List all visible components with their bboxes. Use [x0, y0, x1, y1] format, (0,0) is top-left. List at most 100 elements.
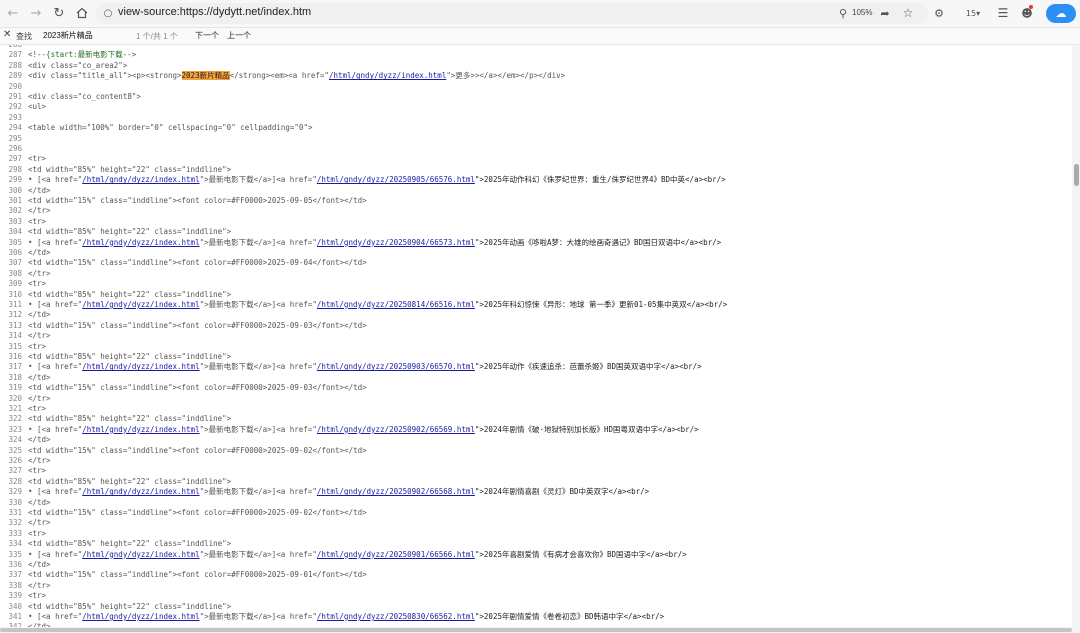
source-line: 327 <tr>: [0, 466, 1070, 476]
source-line: 319 <td width="15%" class="inddline"><fon…: [0, 383, 1070, 393]
source-link[interactable]: /html/gndy/dyzz/index.html: [82, 487, 199, 496]
favorite-icon[interactable]: ☆: [899, 4, 917, 22]
line-number: 313: [8, 320, 22, 330]
line-code: </tr>: [28, 206, 51, 216]
source-line: 340 <td width="85%" height="22" class="in…: [0, 602, 1070, 612]
source-line: 294 <table width="100%" border="0" cellsp…: [0, 123, 1070, 133]
source-link[interactable]: /html/gndy/dyzz/20250814/66516.html: [317, 300, 475, 309]
line-number: 302: [8, 206, 22, 216]
cloud-icon[interactable]: ☁: [1046, 4, 1076, 23]
find-next-button[interactable]: 下一个: [195, 30, 219, 41]
find-prev-button[interactable]: 上一个: [227, 30, 251, 41]
code-text: <td width="85%" height="22" class="inddl…: [28, 539, 232, 549]
line-number: 299: [8, 175, 22, 185]
code-text: ">2025年动作科幻《侏罗纪世界：重生/侏罗纪世界4》BD中英</a><br/…: [474, 175, 726, 185]
horizontal-scroll-thumb[interactable]: [0, 628, 1072, 632]
source-line: 331 <td width="15%" class="inddline"><fon…: [0, 508, 1070, 518]
home-icon[interactable]: [73, 4, 91, 22]
source-link[interactable]: /html/gndy/dyzz/index.html: [82, 612, 199, 621]
source-link[interactable]: /html/gndy/dyzz/index.html: [329, 71, 446, 80]
extensions-icon[interactable]: ⚙: [930, 4, 948, 22]
source-line: 307 <td width="15%" class="inddline"><fon…: [0, 258, 1070, 268]
source-line: 286: [0, 45, 1070, 50]
source-line: 329 • [<a href="/html/gndy/dyzz/index.htm…: [0, 487, 1070, 497]
code-text: <div class="co_area2">: [28, 60, 128, 70]
source-line: 313 <td width="15%" class="inddline"><fon…: [0, 321, 1070, 331]
code-text: ">2024年剧情《破·地狱特别加长版》HD国粤双语中字</a><br/>: [474, 424, 699, 434]
source-link[interactable]: /html/gndy/dyzz/index.html: [82, 550, 199, 559]
notification-dot: [1029, 5, 1033, 9]
line-number: 312: [8, 310, 22, 320]
source-link[interactable]: /html/gndy/dyzz/index.html: [82, 425, 199, 434]
source-link[interactable]: /html/gndy/dyzz/index.html: [82, 362, 199, 371]
code-text: • [<a href=": [28, 424, 83, 434]
code-text: </td>: [28, 435, 51, 445]
refresh-icon[interactable]: ↻: [50, 4, 68, 22]
code-text: </tr>: [28, 518, 51, 528]
page-info-icon[interactable]: ○: [99, 4, 117, 22]
line-code: <tr>: [28, 529, 46, 539]
line-code: <td width="15%" class="inddline"><font c…: [28, 258, 367, 268]
line-number: 314: [8, 331, 22, 341]
zoom-level[interactable]: 105%: [852, 8, 872, 17]
line-number: 290: [8, 81, 22, 91]
line-code: • [<a href="/html/gndy/dyzz/index.html">…: [28, 362, 702, 372]
source-link[interactable]: /html/gndy/dyzz/20250902/66569.html: [317, 425, 475, 434]
code-text: <td width="85%" height="22" class="inddl…: [28, 164, 232, 174]
source-line: 324 </td>: [0, 435, 1070, 445]
line-code: <td width="85%" height="22" class="inddl…: [28, 352, 231, 362]
source-link[interactable]: /html/gndy/dyzz/20250901/66566.html: [317, 550, 475, 559]
line-code: <!--{start:最新电影下载-->: [28, 50, 136, 60]
code-text: ">2025年动画《哆啦A梦：大雄的绘画奇遇记》BD国日双语中</a><br/>: [474, 237, 722, 247]
forward-icon[interactable]: →: [27, 4, 45, 22]
line-number: 309: [8, 279, 22, 289]
source-line: 312 </td>: [0, 310, 1070, 320]
source-link[interactable]: /html/gndy/dyzz/index.html: [82, 175, 199, 184]
code-text: <td width="85%" height="22" class="inddl…: [28, 289, 232, 299]
line-number: 296: [8, 144, 22, 153]
source-link[interactable]: /html/gndy/dyzz/20250904/66573.html: [317, 238, 475, 247]
code-text: <div class="co_content8">: [28, 92, 141, 101]
source-link[interactable]: /html/gndy/dyzz/index.html: [82, 238, 199, 247]
line-number: 336: [8, 560, 22, 569]
line-code: <tr>: [28, 217, 46, 227]
vertical-scroll-thumb[interactable]: [1074, 164, 1079, 186]
source-link[interactable]: /html/gndy/dyzz/20250902/66568.html: [317, 487, 475, 496]
line-code: <td width="15%" class="inddline"><font c…: [28, 321, 367, 331]
source-link[interactable]: /html/gndy/dyzz/20250903/66570.html: [317, 362, 475, 371]
line-number: 339: [8, 591, 22, 601]
source-link[interactable]: /html/gndy/dyzz/20250830/66562.html: [317, 612, 475, 621]
vertical-scrollbar[interactable]: [1072, 45, 1080, 633]
source-view[interactable]: 286287 <!--{start:最新电影下载--> 288 <div class=…: [0, 45, 1072, 633]
source-line: 308 </tr>: [0, 269, 1070, 279]
line-number: 308: [8, 268, 22, 278]
source-link[interactable]: /html/gndy/dyzz/index.html: [82, 300, 199, 309]
tab-icon[interactable]: 15 ▾: [960, 4, 986, 22]
line-number: 291: [8, 92, 22, 101]
close-icon[interactable]: ✕: [3, 29, 11, 40]
source-line: 297 <tr>: [0, 154, 1070, 164]
line-code: <td width="15%" class="inddline"><font c…: [28, 383, 367, 393]
source-link[interactable]: /html/gndy/dyzz/20250905/66576.html: [317, 175, 475, 184]
address-text[interactable]: view-source:https://dydytt.net/index.htm: [118, 6, 311, 18]
read-aloud-icon[interactable]: ➦: [876, 4, 894, 22]
code-text: ">最新电影下载</a>]<a href=": [199, 362, 317, 372]
line-number: 329: [8, 487, 22, 497]
collections-icon[interactable]: ☰: [994, 4, 1012, 22]
code-text: <tr>: [28, 404, 47, 413]
line-number: 320: [8, 393, 22, 403]
profile-icon[interactable]: ☻: [1018, 4, 1036, 22]
back-icon[interactable]: ←: [4, 4, 22, 22]
line-code: • [<a href="/html/gndy/dyzz/index.html">…: [28, 487, 649, 497]
line-code: <tr>: [28, 466, 46, 476]
line-code: </tr>: [28, 331, 51, 341]
code-text: ">2025年剧情爱情《卷卷初恋》BD韩语中字</a><br/>: [474, 612, 665, 621]
code-text: <tr>: [28, 528, 47, 538]
zoom-icon[interactable]: ⚲: [834, 4, 852, 22]
code-text: <td width="15%" class="inddline"><font c…: [28, 383, 367, 393]
line-number: 332: [8, 518, 22, 528]
find-count: 1 个/共 1 个: [136, 32, 178, 41]
source-line: 316 <td width="85%" height="22" class="in…: [0, 352, 1070, 362]
line-code: • [<a href="/html/gndy/dyzz/index.html">…: [28, 300, 727, 310]
code-text: ">更多>></a></em></p></div>: [446, 71, 566, 81]
